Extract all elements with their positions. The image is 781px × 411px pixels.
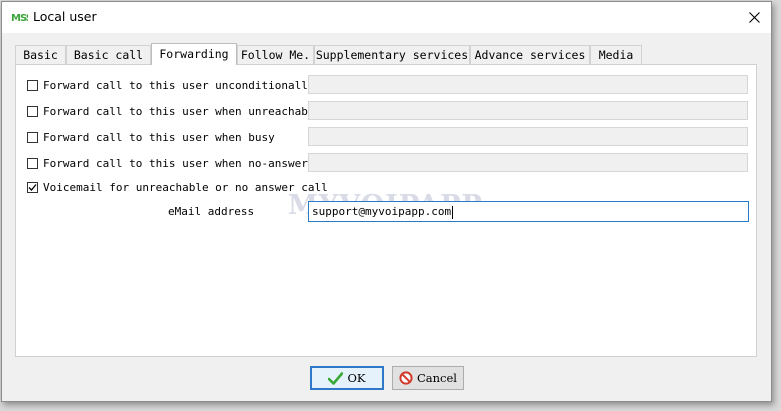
forward-unconditional-checkbox[interactable] — [27, 79, 38, 91]
email-field[interactable]: support@myvoipapp.com — [308, 201, 749, 222]
ok-label: OK — [347, 371, 366, 385]
forward-unconditional-row[interactable]: Forward call to this user unconditionall… — [27, 78, 315, 92]
cancel-button[interactable]: Cancel — [392, 366, 464, 390]
forward-unreachable-label: Forward call to this user when unreachab… — [43, 104, 322, 118]
tab-basic-call[interactable]: Basic call — [66, 45, 151, 64]
forward-unconditional-field[interactable] — [308, 75, 748, 94]
forward-busy-label: Forward call to this user when busy — [43, 130, 275, 144]
forward-unconditional-label: Forward call to this user unconditionall… — [43, 78, 315, 92]
forward-unreachable-checkbox[interactable] — [27, 105, 38, 117]
tab-supplementary-services[interactable]: Supplementary services — [314, 45, 470, 64]
email-value: support@myvoipapp.com — [312, 205, 452, 218]
close-button[interactable] — [737, 2, 771, 33]
ok-button[interactable]: OK — [310, 366, 384, 390]
svg-text:MSS: MSS — [11, 13, 28, 24]
tab-forwarding[interactable]: Forwarding — [151, 43, 237, 65]
forward-no-answer-label: Forward call to this user when no-answer — [43, 156, 308, 170]
forward-busy-checkbox[interactable] — [27, 131, 38, 143]
title-bar: MSS Local user — [2, 2, 771, 33]
checkmark-icon — [28, 183, 37, 191]
window-title: Local user — [33, 9, 97, 24]
text-caret — [452, 205, 454, 219]
forward-unreachable-field[interactable] — [308, 101, 748, 120]
tab-media[interactable]: Media — [590, 45, 642, 64]
cancel-label: Cancel — [417, 371, 457, 385]
forward-no-answer-field[interactable] — [308, 153, 748, 172]
forward-busy-row[interactable]: Forward call to this user when busy — [27, 130, 275, 144]
voicemail-label: Voicemail for unreachable or no answer c… — [43, 180, 328, 194]
no-entry-icon — [399, 371, 413, 385]
close-icon — [748, 12, 760, 23]
app-logo-icon: MSS — [11, 9, 28, 24]
forward-unreachable-row[interactable]: Forward call to this user when unreachab… — [27, 104, 321, 118]
local-user-dialog: MSS Local user Basic Basic call Forwardi… — [1, 1, 772, 402]
forward-no-answer-checkbox[interactable] — [27, 157, 38, 169]
forwarding-panel: Forward call to this user unconditionall… — [15, 64, 757, 357]
tab-advance-services[interactable]: Advance services — [470, 45, 590, 64]
email-label: eMail address — [168, 205, 255, 218]
voicemail-checkbox[interactable] — [27, 181, 38, 193]
tab-follow-me[interactable]: Follow Me. — [237, 45, 314, 64]
voicemail-row[interactable]: Voicemail for unreachable or no answer c… — [27, 180, 328, 194]
checkmark-icon — [328, 371, 344, 385]
forward-no-answer-row[interactable]: Forward call to this user when no-answer — [27, 156, 308, 170]
tab-basic[interactable]: Basic — [15, 45, 66, 64]
forward-busy-field[interactable] — [308, 127, 748, 146]
